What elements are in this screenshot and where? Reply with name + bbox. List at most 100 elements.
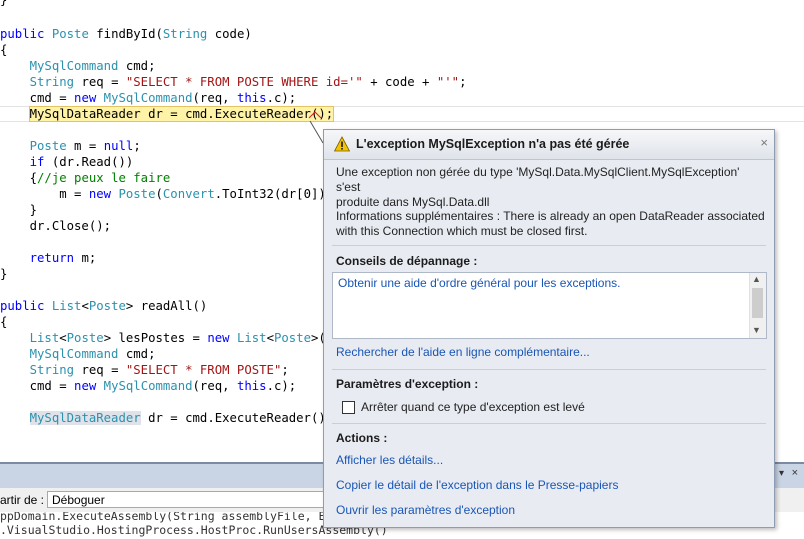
output-line: ppDomain.ExecuteAssembly(String assembly… — [0, 512, 333, 523]
action-copy-details[interactable]: Copier le détail de l'exception dans le … — [336, 478, 618, 492]
tips-scrollbar[interactable]: ▲ ▼ — [749, 273, 766, 338]
code-token: Poste — [88, 299, 126, 313]
divider — [332, 423, 766, 424]
code-token: MySqlCommand — [29, 347, 119, 361]
code-line: { — [0, 42, 7, 58]
code-line: { — [0, 314, 7, 330]
code-line: public Poste findById(String code) — [0, 26, 252, 42]
code-token: cmd; — [118, 347, 156, 361]
code-token: req = — [74, 75, 126, 89]
code-line: MySqlDataReader dr = cmd.ExecuteReader()… — [0, 410, 333, 426]
code-token: < — [266, 331, 274, 345]
output-source-select[interactable]: Déboguer — [47, 491, 327, 508]
actions-title: Actions : — [336, 431, 388, 445]
code-token: if — [29, 155, 45, 169]
code-token: < — [59, 331, 67, 345]
description-line: produite dans MySql.Data.dll — [336, 195, 490, 209]
code-token: m; — [74, 251, 97, 265]
code-line: {//je peux le faire — [0, 170, 171, 186]
code-token: new — [207, 331, 230, 345]
code-token: return — [29, 251, 75, 265]
code-token: } — [0, 0, 8, 7]
code-token: ; — [459, 75, 467, 89]
break-on-exception-checkbox[interactable] — [342, 401, 355, 414]
code-token: m = — [66, 139, 104, 153]
code-token: { — [0, 315, 8, 329]
exception-assistant-popup: L'exception MySqlException n'a pas été g… — [323, 129, 775, 528]
code-token: (req, — [192, 91, 237, 105]
code-token: "SELECT * FROM POSTE" — [125, 363, 282, 377]
code-token: (req, — [192, 379, 237, 393]
code-line: MySqlDataReader dr = cmd.ExecuteReader()… — [0, 106, 335, 122]
output-close-icon[interactable]: × — [792, 467, 798, 479]
code-token: MySqlCommand — [103, 91, 193, 105]
code-token: Poste — [274, 331, 312, 345]
popup-title: L'exception MySqlException n'a pas été g… — [356, 137, 630, 151]
code-token: MySqlDataReader dr = cmd.ExecuteReader()… — [28, 106, 335, 122]
pin-icon[interactable]: ▾ — [779, 468, 784, 479]
code-token: req = — [74, 363, 126, 377]
divider — [332, 245, 766, 246]
code-token: List — [236, 331, 267, 345]
code-line: } — [0, 202, 37, 218]
code-line: } — [0, 266, 7, 282]
code-line: Poste m = null; — [0, 138, 141, 154]
code-token: MySqlCommand — [29, 59, 119, 73]
code-token: List — [29, 331, 60, 345]
code-token: String — [29, 75, 75, 89]
code-token: cmd = — [0, 91, 75, 105]
code-token: code) — [207, 27, 252, 41]
code-token: MySqlCommand — [103, 379, 193, 393]
code-line: MySqlCommand cmd; — [0, 346, 156, 362]
online-help-link[interactable]: Rechercher de l'aide en ligne complément… — [336, 345, 590, 359]
chevron-up-icon[interactable]: ▲ — [752, 274, 761, 284]
code-token: m = — [0, 187, 89, 201]
info-line: with this Connection which must be close… — [336, 224, 588, 238]
code-token: { — [0, 171, 38, 185]
code-token: } — [0, 267, 8, 281]
code-token: new — [74, 379, 97, 393]
code-token: ( — [155, 187, 163, 201]
action-open-exception-settings[interactable]: Ouvrir les paramètres d'exception — [336, 503, 515, 517]
code-token: cmd; — [118, 59, 156, 73]
popup-header: L'exception MySqlException n'a pas été g… — [324, 130, 774, 160]
scrollbar-thumb[interactable] — [752, 288, 763, 318]
break-on-exception-label[interactable]: Arrêter quand ce type d'exception est le… — [361, 400, 585, 414]
code-token: new — [74, 91, 97, 105]
divider — [332, 369, 766, 370]
code-line: cmd = new MySqlCommand(req, this.c); — [0, 378, 297, 394]
code-token: { — [0, 43, 8, 57]
tips-link-general-help[interactable]: Obtenir une aide d'ordre général pour le… — [338, 276, 620, 290]
code-line: if (dr.Read()) — [0, 154, 134, 170]
code-line: public List<Poste> readAll() — [0, 298, 207, 314]
code-line: } — [0, 0, 7, 8]
code-token: cmd = — [0, 379, 75, 393]
code-line: List<Poste> lesPostes = new List<Poste>(… — [0, 330, 341, 346]
description-line: Une exception non gérée du type 'MySql.D… — [336, 165, 740, 194]
close-icon[interactable]: × — [760, 135, 768, 150]
action-show-details[interactable]: Afficher les détails... — [336, 453, 443, 467]
tips-title: Conseils de dépannage : — [336, 254, 478, 268]
exception-description: Une exception non gérée du type 'MySql.D… — [336, 165, 766, 210]
code-line: cmd = new MySqlCommand(req, this.c); — [0, 90, 297, 106]
exception-info: Informations supplémentaires : There is … — [336, 209, 766, 239]
code-token: public — [0, 27, 52, 41]
code-token: "SELECT * FROM POSTE WHERE id='" — [125, 75, 363, 89]
info-line: Informations supplémentaires : There is … — [336, 209, 765, 223]
code-token: Poste — [29, 139, 67, 153]
chevron-down-icon[interactable]: ▼ — [752, 325, 761, 335]
code-token: } — [0, 203, 38, 217]
code-token: > lesPostes = — [103, 331, 208, 345]
code-line: String req = "SELECT * FROM POSTE WHERE … — [0, 74, 467, 90]
code-line: dr.Close(); — [0, 218, 111, 234]
